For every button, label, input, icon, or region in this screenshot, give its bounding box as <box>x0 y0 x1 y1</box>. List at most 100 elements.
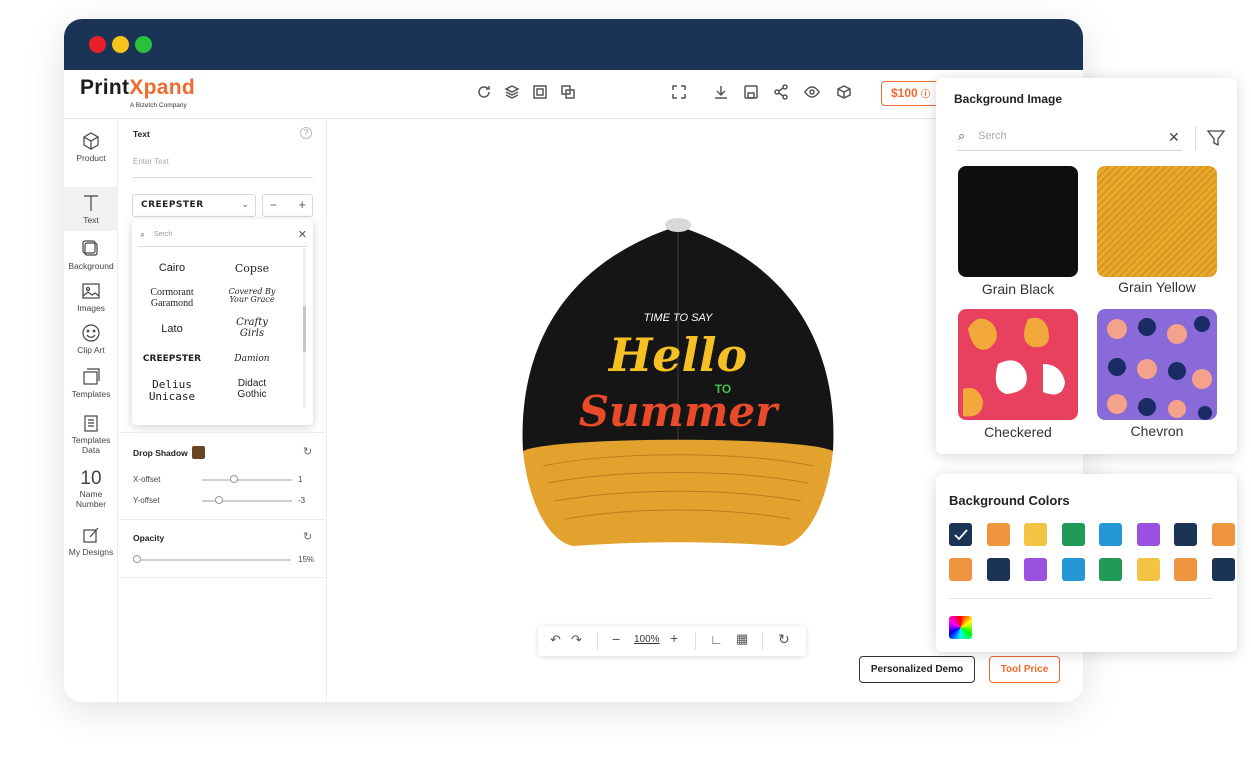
group-icon[interactable] <box>531 84 549 102</box>
color-swatch[interactable] <box>1024 523 1047 546</box>
clear-search-icon[interactable]: ✕ <box>1168 129 1180 146</box>
price-button[interactable]: $100 ⓘ <box>881 81 939 106</box>
opacity-slider[interactable] <box>133 559 291 561</box>
tool-price-button[interactable]: Tool Price <box>989 656 1060 683</box>
divider <box>1195 126 1196 150</box>
design-text-line4[interactable]: Summer <box>579 387 780 436</box>
grid-icon[interactable]: ▦ <box>736 631 748 647</box>
app-window: PrintXpand A Bizetch Company $100 ⓘ Prod… <box>64 19 1083 702</box>
font-option[interactable]: Cormorant Garamond <box>132 287 212 309</box>
name-number-glyph: 10 <box>80 468 102 489</box>
chevron-down-icon: ⌄ <box>241 199 249 209</box>
x-offset-label: X-offset <box>133 475 161 484</box>
opacity-slider-knob[interactable] <box>133 555 141 563</box>
sidebar-item-background[interactable]: Background <box>64 239 118 271</box>
filter-icon[interactable] <box>1206 128 1226 148</box>
custom-color-picker-icon[interactable] <box>949 616 972 639</box>
scrollbar-thumb[interactable] <box>303 306 306 352</box>
sidebar-item-images[interactable]: Images <box>64 281 118 313</box>
design-text-line2[interactable]: Hello <box>607 328 747 382</box>
font-option[interactable]: Copse <box>212 263 292 275</box>
help-icon[interactable]: ? <box>300 127 312 139</box>
font-search-input[interactable]: Serch <box>154 231 172 238</box>
sidebar-item-templates[interactable]: Templates <box>64 367 118 399</box>
ruler-icon[interactable]: ∟ <box>710 632 723 647</box>
sidebar-item-clip-art[interactable]: Clip Art <box>64 323 118 355</box>
color-swatch[interactable] <box>986 558 1010 581</box>
sidebar-item-templates-data[interactable]: Templates Data <box>64 413 118 455</box>
text-properties-panel: Text ? Enter Text CREEPSTER ⌄ − + ⌕ Serc… <box>119 119 327 702</box>
text-section-label: Text <box>133 129 150 139</box>
opacity-label: Opacity <box>133 533 165 543</box>
increment-button[interactable]: + <box>298 197 306 212</box>
x-offset-slider[interactable] <box>202 479 292 481</box>
duplicate-icon[interactable] <box>559 84 577 102</box>
color-swatch[interactable] <box>1136 558 1160 581</box>
sidebar-item-product[interactable]: Product <box>64 131 118 163</box>
bg-tile-grain-yellow[interactable] <box>1097 166 1217 277</box>
color-swatch[interactable] <box>1211 558 1235 581</box>
color-swatch[interactable] <box>1099 523 1122 546</box>
font-option[interactable]: Damion <box>212 354 292 364</box>
font-option[interactable]: Lato <box>132 323 212 336</box>
font-option[interactable]: Didact Gothic <box>212 378 292 400</box>
preview-eye-icon[interactable] <box>803 84 821 102</box>
reset-opacity-icon[interactable]: ↻ <box>303 530 312 543</box>
drop-shadow-label: Drop Shadow <box>133 448 188 458</box>
color-swatch[interactable] <box>1174 558 1197 581</box>
3d-view-icon[interactable] <box>835 84 853 102</box>
background-search-input[interactable]: Serch <box>978 130 1007 142</box>
decrement-button[interactable]: − <box>270 198 277 212</box>
sidebar-item-name-number[interactable]: 10 Name Number <box>64 468 118 510</box>
shadow-color-swatch[interactable] <box>192 446 205 459</box>
font-size-stepper[interactable]: − + <box>262 194 313 217</box>
fullscreen-icon[interactable] <box>670 84 688 102</box>
color-swatch[interactable] <box>986 523 1010 546</box>
design-text-line1[interactable]: TIME TO SAY <box>644 312 713 324</box>
color-swatch[interactable] <box>1136 523 1160 546</box>
save-icon[interactable] <box>742 84 760 102</box>
font-option[interactable]: Covered By Your Grace <box>212 287 292 305</box>
reset-shadow-icon[interactable]: ↻ <box>303 445 312 458</box>
zoom-level[interactable]: 100% <box>634 634 660 645</box>
zoom-out-button[interactable]: − <box>612 631 620 647</box>
minimize-window-dot[interactable] <box>112 36 129 53</box>
font-option[interactable]: CREEPSTER <box>132 354 212 364</box>
search-icon: ⌕ <box>140 229 146 239</box>
clear-search-icon[interactable]: ✕ <box>298 228 307 241</box>
sidebar-item-text[interactable]: Text <box>64 187 118 231</box>
color-swatch[interactable] <box>949 523 972 546</box>
refresh-icon[interactable] <box>475 84 493 102</box>
color-swatch[interactable] <box>1099 558 1122 581</box>
download-icon[interactable] <box>712 84 730 102</box>
font-option[interactable]: Delius Unicase <box>132 379 212 402</box>
layers-icon[interactable] <box>503 84 521 102</box>
text-input[interactable]: Enter Text <box>133 157 169 166</box>
sidebar-item-my-designs[interactable]: My Designs <box>64 525 118 557</box>
maximize-window-dot[interactable] <box>135 36 152 53</box>
bg-tile-checkered[interactable] <box>958 309 1078 420</box>
font-option[interactable]: Cairo <box>132 262 212 275</box>
color-swatch[interactable] <box>1061 523 1085 546</box>
zoom-in-button[interactable]: + <box>670 630 678 646</box>
check-icon <box>954 529 968 541</box>
font-list-scrollbar[interactable] <box>303 248 306 408</box>
close-window-dot[interactable] <box>89 36 106 53</box>
reset-canvas-icon[interactable]: ↻ <box>778 631 790 648</box>
font-option[interactable]: Crafty Girls <box>212 317 292 339</box>
font-family-select[interactable]: CREEPSTER ⌄ <box>132 194 256 217</box>
x-offset-slider-knob[interactable] <box>230 475 238 483</box>
color-swatch[interactable] <box>949 558 972 581</box>
color-swatch[interactable] <box>1024 558 1047 581</box>
cap-mockup[interactable]: TIME TO SAY Hello TO Summer <box>513 211 843 556</box>
share-icon[interactable] <box>772 84 790 102</box>
undo-icon[interactable]: ↶ <box>550 632 561 648</box>
color-swatch[interactable] <box>1174 523 1197 546</box>
bg-tile-grain-black[interactable] <box>958 166 1078 277</box>
bg-tile-chevron[interactable] <box>1097 309 1217 420</box>
color-swatch[interactable] <box>1061 558 1085 581</box>
y-offset-slider-knob[interactable] <box>215 496 223 504</box>
redo-icon[interactable]: ↷ <box>571 632 582 648</box>
color-swatch[interactable] <box>1211 523 1235 546</box>
personalized-demo-button[interactable]: Personalized Demo <box>859 656 975 683</box>
